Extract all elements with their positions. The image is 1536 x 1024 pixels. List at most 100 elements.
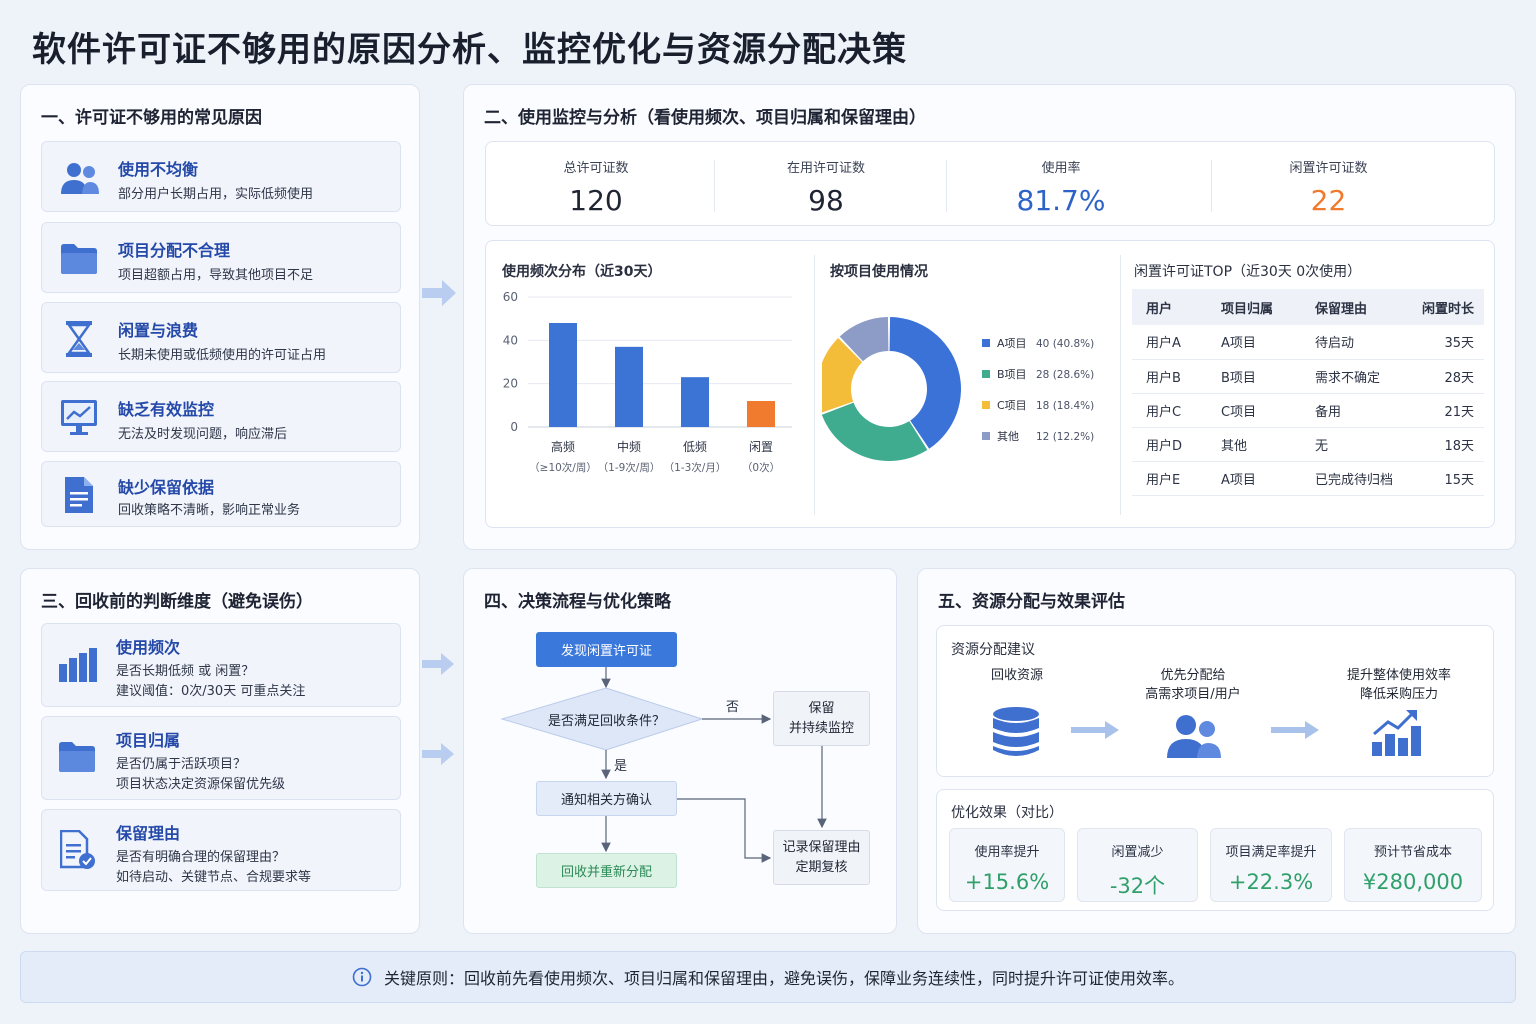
idle-table-title: 闲置许可证TOP（近30天 0次使用） (1134, 264, 1362, 280)
bar[interactable] (615, 346, 643, 427)
cause-card-2[interactable]: 项目分配不合理 项目超额占用，导致其他项目不足 (41, 222, 401, 293)
growth-chart-icon (1372, 710, 1421, 756)
flow-yes-label: 是 (614, 759, 628, 774)
y-tick-label: 60 (503, 290, 518, 304)
flow-record-line: 记录保留理由 (782, 839, 861, 855)
kpi-label: 闲置许可证数 (1289, 161, 1368, 176)
cause-desc: 长期未使用或低频使用的许可证占用 (118, 348, 327, 363)
flow-reclaim-node[interactable]: 回收并重新分配 (536, 853, 677, 888)
footer-text: 关键原则：回收前先看使用频次、项目归属和保留理由，避免误伤，保障业务连续性，同时… (383, 969, 1184, 988)
info-icon (352, 967, 372, 987)
x-tick-note: （1-9次/周） (598, 461, 661, 474)
analysis-box: 使用频次分布（近30天） 0 20 40 60 高频 （≥10次/周） 中频 （1-9次/周）… (485, 240, 1495, 528)
x-tick-label: 高频 (551, 439, 575, 454)
table-header: 保留理由 (1301, 289, 1405, 325)
cause-card-3[interactable]: 闲置与浪费 长期未使用或低频使用的许可证占用 (41, 302, 401, 373)
cause-title: 闲置与浪费 (118, 321, 199, 340)
table-cell: 用户C (1132, 393, 1207, 428)
judgment-card-2[interactable]: 项目归属 是否仍属于活跃项目？ 项目状态决定资源保留优先级 (41, 716, 401, 800)
table-row[interactable]: 用户E A项目 已完成待归档 15天 (1132, 461, 1484, 496)
judgment-line: 是否仍属于活跃项目？ (116, 757, 247, 772)
kpi-value: 98 (808, 184, 844, 217)
table-cell: 待启动 (1301, 325, 1405, 360)
table-row[interactable]: 用户D 其他无 18天 (1132, 427, 1484, 462)
cause-title: 使用不均衡 (118, 160, 199, 179)
table-cell: 15天 (1405, 461, 1484, 496)
section-decision-flow: 四、决策流程与优化策略 发现闲置许可证 是否满足回收条件？ 否 是 保留 并持续… (463, 568, 897, 934)
table-cell: 用户D (1132, 427, 1207, 462)
cause-desc: 无法及时发现问题，响应滞后 (118, 427, 288, 442)
alloc-step-line: 提升整体使用效率 (1346, 668, 1451, 683)
kpi-idle: 闲置许可证数 22 (1256, 157, 1401, 217)
usage-frequency-bar-chart: 0 20 40 60 高频 （≥10次/周） 中频 （1-9次/周） 低频 （1-3次/月） 闲置 （… (503, 290, 792, 474)
bar[interactable] (747, 401, 775, 427)
table-cell: B项目 (1207, 359, 1301, 394)
cause-title: 缺少保留依据 (118, 478, 215, 497)
page-title: 软件许可证不够用的原因分析、监控优化与资源分配决策 (32, 30, 907, 70)
donut-slice[interactable] (822, 402, 928, 461)
alloc-step-3-label: 提升整体使用效率 降低采购压力 (1329, 666, 1469, 704)
bar[interactable] (681, 377, 709, 427)
cause-card-5[interactable]: 缺少保留依据 回收策略不清晰，影响正常业务 (41, 461, 401, 527)
allocation-title: 资源分配建议 (951, 642, 1035, 658)
cause-desc: 项目超额占用，导致其他项目不足 (118, 268, 314, 283)
effect-value: -32个 (1109, 874, 1166, 898)
table-cell: 无 (1301, 427, 1405, 462)
judgment-title: 保留理由 (116, 824, 181, 843)
kpi-value: 81.7% (1016, 184, 1106, 217)
table-cell: 用户A (1132, 325, 1207, 360)
bar[interactable] (549, 323, 577, 427)
legend-swatch (982, 339, 990, 347)
table-row[interactable]: 用户B B项目 需求不确定 28天 (1132, 359, 1484, 394)
cause-card-4[interactable]: 缺乏有效监控 无法及时发现问题，响应滞后 (41, 381, 401, 452)
kpi-usage-rate: 使用率 81.7% (991, 157, 1131, 217)
cause-card-1[interactable]: 使用不均衡 部分用户长期占用，实际低频使用 (41, 141, 401, 212)
section-title: 二、使用监控与分析（看使用频次、项目归属和保留理由） (484, 108, 926, 128)
legend-label: C项目 (997, 399, 1027, 412)
y-tick-label: 40 (503, 333, 518, 347)
effect-value: +22.3% (1228, 870, 1314, 894)
cause-title: 项目分配不合理 (118, 241, 231, 260)
folder-icon (59, 742, 95, 772)
cause-title: 缺乏有效监控 (118, 400, 215, 419)
section-title: 五、资源分配与效果评估 (938, 592, 1125, 612)
judgment-card-1[interactable]: 使用频次 是否长期低频 或 闲置？ 建议阈值：0次/30天 可重点关注 (41, 623, 401, 707)
table-header: 闲置时长 (1405, 289, 1484, 325)
document-icon (65, 477, 93, 513)
table-header: 用户 (1132, 289, 1207, 325)
effect-card-satisfaction: 项目满足率提升 +22.3% (1210, 828, 1332, 902)
kpi-in-use: 在用许可证数 98 (756, 157, 896, 217)
table-cell: 28天 (1405, 359, 1484, 394)
table-row[interactable]: 用户A A项目 待启动 35天 (1132, 325, 1484, 360)
table-row[interactable]: 用户C C项目 备用 21天 (1132, 393, 1484, 428)
effect-label: 预计节省成本 (1373, 845, 1452, 860)
judgment-card-3[interactable]: 保留理由 是否有明确合理的保留理由？ 如待启动、关键节点、合规要求等 (41, 809, 401, 891)
judgment-line: 如待启动、关键节点、合规要求等 (116, 870, 312, 885)
table-cell: 18天 (1405, 427, 1484, 462)
flow-start-node[interactable]: 发现闲置许可证 (536, 632, 677, 667)
effect-label: 使用率提升 (974, 845, 1040, 860)
y-tick-label: 0 (510, 420, 518, 434)
legend-value: 12 (12.2%) (1036, 431, 1094, 443)
x-tick-label: 中频 (617, 439, 641, 454)
project-usage-donut-chart: A项目 40 (40.8%) B项目 28 (28.6%) C项目 18 (18.4%) 其… (822, 317, 1094, 461)
judgment-line: 是否长期低频 或 闲置？ (116, 664, 255, 679)
arrow-right-icon (1271, 721, 1319, 739)
x-tick-note: （1-3次/月） (664, 461, 727, 474)
table-cell: 已完成待归档 (1301, 461, 1405, 496)
flow-record-node[interactable]: 记录保留理由 定期复核 (773, 830, 870, 885)
flow-keep-node[interactable]: 保留 并持续监控 (773, 691, 870, 746)
x-tick-label: 闲置 (749, 440, 773, 454)
legend-swatch (982, 432, 990, 440)
flow-keep-line: 并持续监控 (788, 720, 854, 736)
effect-box: 优化效果（对比） 使用率提升 +15.6% 闲置减少 -32个 项目满足率提升 … (936, 789, 1494, 911)
kpi-value: 22 (1310, 184, 1347, 217)
arrow-right-icon (1071, 721, 1119, 739)
flow-notify-node[interactable]: 通知相关方确认 (536, 781, 677, 816)
monitor-chart-icon (61, 400, 97, 435)
table-cell: 21天 (1405, 393, 1484, 428)
judgment-title: 使用频次 (116, 638, 181, 657)
flow-keep-line: 保留 (808, 700, 835, 716)
cause-desc: 部分用户长期占用，实际低频使用 (118, 187, 314, 202)
effect-label: 闲置减少 (1111, 845, 1164, 860)
